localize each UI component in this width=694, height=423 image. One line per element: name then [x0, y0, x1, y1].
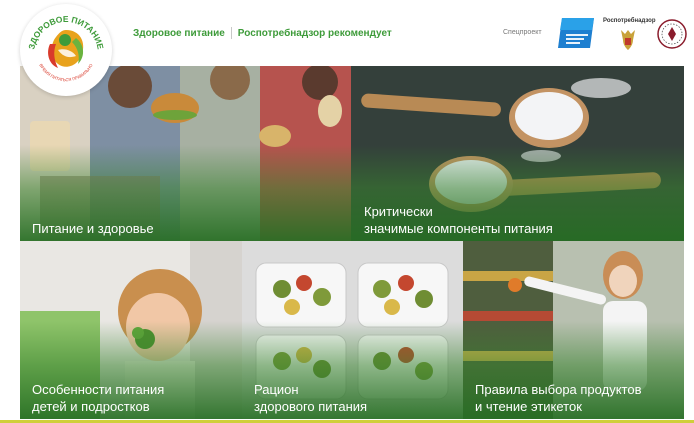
- tile-label-line2: здорового питания: [254, 399, 368, 414]
- tile-label: Критически значимые компоненты питания: [364, 203, 553, 237]
- tile-label: Особенности питания детей и подростков: [32, 381, 164, 415]
- tile-critical-components[interactable]: Критически значимые компоненты питания: [351, 66, 684, 241]
- tile-label: Правила выбора продуктов и чтение этикет…: [475, 381, 641, 415]
- tile-label-line2: и чтение этикеток: [475, 399, 582, 414]
- logo-slogan-text: ВРЕМЯ ПИТАТЬСЯ ПРАВИЛЬНО: [38, 62, 94, 82]
- tile-label-line1: Питание и здоровье: [32, 221, 154, 236]
- nav-divider: [230, 27, 232, 39]
- logo-title-text: ЗДОРОВОЕ ПИТАНИЕ: [26, 14, 105, 50]
- tile-label-line1: Особенности питания: [32, 382, 165, 397]
- site-logo[interactable]: ЗДОРОВОЕ ПИТАНИЕ ВРЕМЯ ПИТАТЬСЯ ПРАВИЛЬН…: [20, 4, 112, 96]
- special-project-label: Спецпроект: [503, 29, 542, 36]
- page-frame: ЗДОРОВОЕ ПИТАНИЕ ВРЕМЯ ПИТАТЬСЯ ПРАВИЛЬН…: [0, 0, 694, 423]
- tile-healthy-diet[interactable]: Рацион здорового питания: [242, 241, 463, 419]
- partner-logo-round[interactable]: [656, 18, 688, 50]
- tile-label-line1: Рацион: [254, 382, 299, 397]
- tile-children-nutrition[interactable]: Особенности питания детей и подростков: [20, 241, 242, 419]
- logo-text-ring: ЗДОРОВОЕ ПИТАНИЕ ВРЕМЯ ПИТАТЬСЯ ПРАВИЛЬН…: [26, 14, 105, 82]
- nav-item-healthy-eating[interactable]: Здоровое питание: [133, 28, 225, 39]
- tile-product-labels[interactable]: Правила выбора продуктов и чтение этикет…: [463, 241, 684, 419]
- tile-label-line2: детей и подростков: [32, 399, 150, 414]
- tile-label-line1: Критически: [364, 204, 433, 219]
- partner-logo-national-project[interactable]: [556, 16, 598, 50]
- main-nav: Здоровое питание Роспотребнадзор рекоменд…: [133, 27, 392, 39]
- tile-label: Питание и здоровье: [32, 220, 154, 237]
- round-emblem-icon: [657, 19, 687, 49]
- tile-label-line1: Правила выбора продуктов: [475, 382, 642, 397]
- rpn-label: Роспотребнадзор: [603, 18, 656, 24]
- tile-label-line2: значимые компоненты питания: [364, 221, 553, 236]
- partner-logo-rospotrebnadzor[interactable]: Роспотребнадзор: [603, 18, 656, 52]
- coat-of-arms-icon: [621, 30, 635, 50]
- tile-label: Рацион здорового питания: [254, 381, 367, 415]
- nav-item-rpn-recommends[interactable]: Роспотребнадзор рекомендует: [238, 28, 392, 39]
- site-header: ЗДОРОВОЕ ПИТАНИЕ ВРЕМЯ ПИТАТЬСЯ ПРАВИЛЬН…: [0, 0, 694, 96]
- national-project-icon: [558, 18, 594, 48]
